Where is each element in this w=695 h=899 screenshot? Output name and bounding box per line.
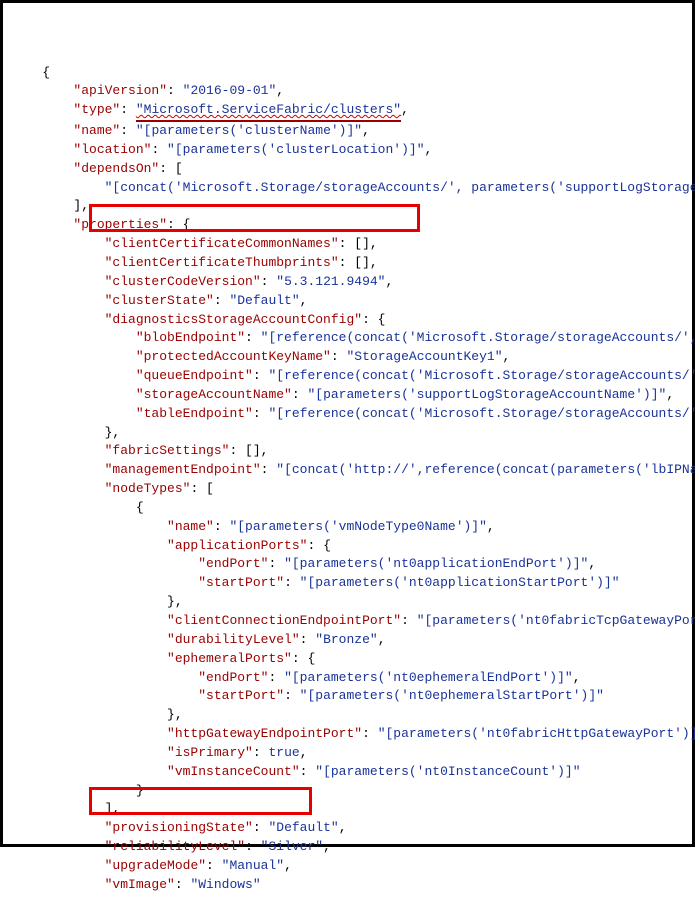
code-line: "apiVersion": "2016-09-01", <box>11 83 284 98</box>
code-line: "vmInstanceCount": "[parameters('nt0Inst… <box>11 764 581 779</box>
code-line: }, <box>11 594 183 609</box>
code-line: "provisioningState": "Default", <box>11 820 347 835</box>
code-line: "type": "Microsoft.ServiceFabric/cluster… <box>11 102 409 117</box>
code-line: "name": "[parameters('clusterName')]", <box>11 123 370 138</box>
code-line: "properties": { <box>11 217 190 232</box>
code-line: "protectedAccountKeyName": "StorageAccou… <box>11 349 510 364</box>
code-line: "diagnosticsStorageAccountConfig": { <box>11 312 385 327</box>
code-line: "vmImage": "Windows" <box>11 877 261 892</box>
code-line: }, <box>11 425 120 440</box>
code-line: "ephemeralPorts": { <box>11 651 315 666</box>
code-line: "clientCertificateThumbprints": [], <box>11 255 378 270</box>
code-line: "durabilityLevel": "Bronze", <box>11 632 386 647</box>
code-line: "endPort": "[parameters('nt0applicationE… <box>11 556 596 571</box>
code-line: "nodeTypes": [ <box>11 481 214 496</box>
code-line: "applicationPorts": { <box>11 538 331 553</box>
code-line: "blobEndpoint": "[reference(concat('Micr… <box>11 330 695 345</box>
code-line: "startPort": "[parameters('nt0applicatio… <box>11 575 620 590</box>
code-line: "[concat('Microsoft.Storage/storageAccou… <box>11 180 695 195</box>
code-line: { <box>11 65 50 80</box>
code-line: } <box>11 783 144 798</box>
code-line: ], <box>11 801 120 816</box>
code-line: }, <box>11 707 183 722</box>
code-line: "clientCertificateCommonNames": [], <box>11 236 378 251</box>
code-line: "name": "[parameters('vmNodeType0Name')]… <box>11 519 495 534</box>
code-line: "dependsOn": [ <box>11 161 183 176</box>
code-line: { <box>11 500 144 515</box>
code-line: "upgradeMode": "Manual", <box>11 858 292 873</box>
code-line: "tableEndpoint": "[reference(concat('Mic… <box>11 406 695 421</box>
code-line: "managementEndpoint": "[concat('http://'… <box>11 462 695 477</box>
code-editor[interactable]: { "apiVersion": "2016-09-01", "type": "M… <box>3 3 692 899</box>
code-line: "fabricSettings": [], <box>11 443 268 458</box>
code-line: "httpGatewayEndpointPort": "[parameters(… <box>11 726 695 741</box>
code-line: "queueEndpoint": "[reference(concat('Mic… <box>11 368 695 383</box>
code-line: "location": "[parameters('clusterLocatio… <box>11 142 432 157</box>
code-line: "endPort": "[parameters('nt0ephemeralEnd… <box>11 670 581 685</box>
code-line: "clusterState": "Default", <box>11 293 307 308</box>
code-line: "clientConnectionEndpointPort": "[parame… <box>11 613 695 628</box>
code-line: ], <box>11 198 89 213</box>
code-line: "storageAccountName": "[parameters('supp… <box>11 387 674 402</box>
code-line: "isPrimary": true, <box>11 745 308 760</box>
code-line: "startPort": "[parameters('nt0ephemeralS… <box>11 688 604 703</box>
code-line: "clusterCodeVersion": "5.3.121.9494", <box>11 274 393 289</box>
